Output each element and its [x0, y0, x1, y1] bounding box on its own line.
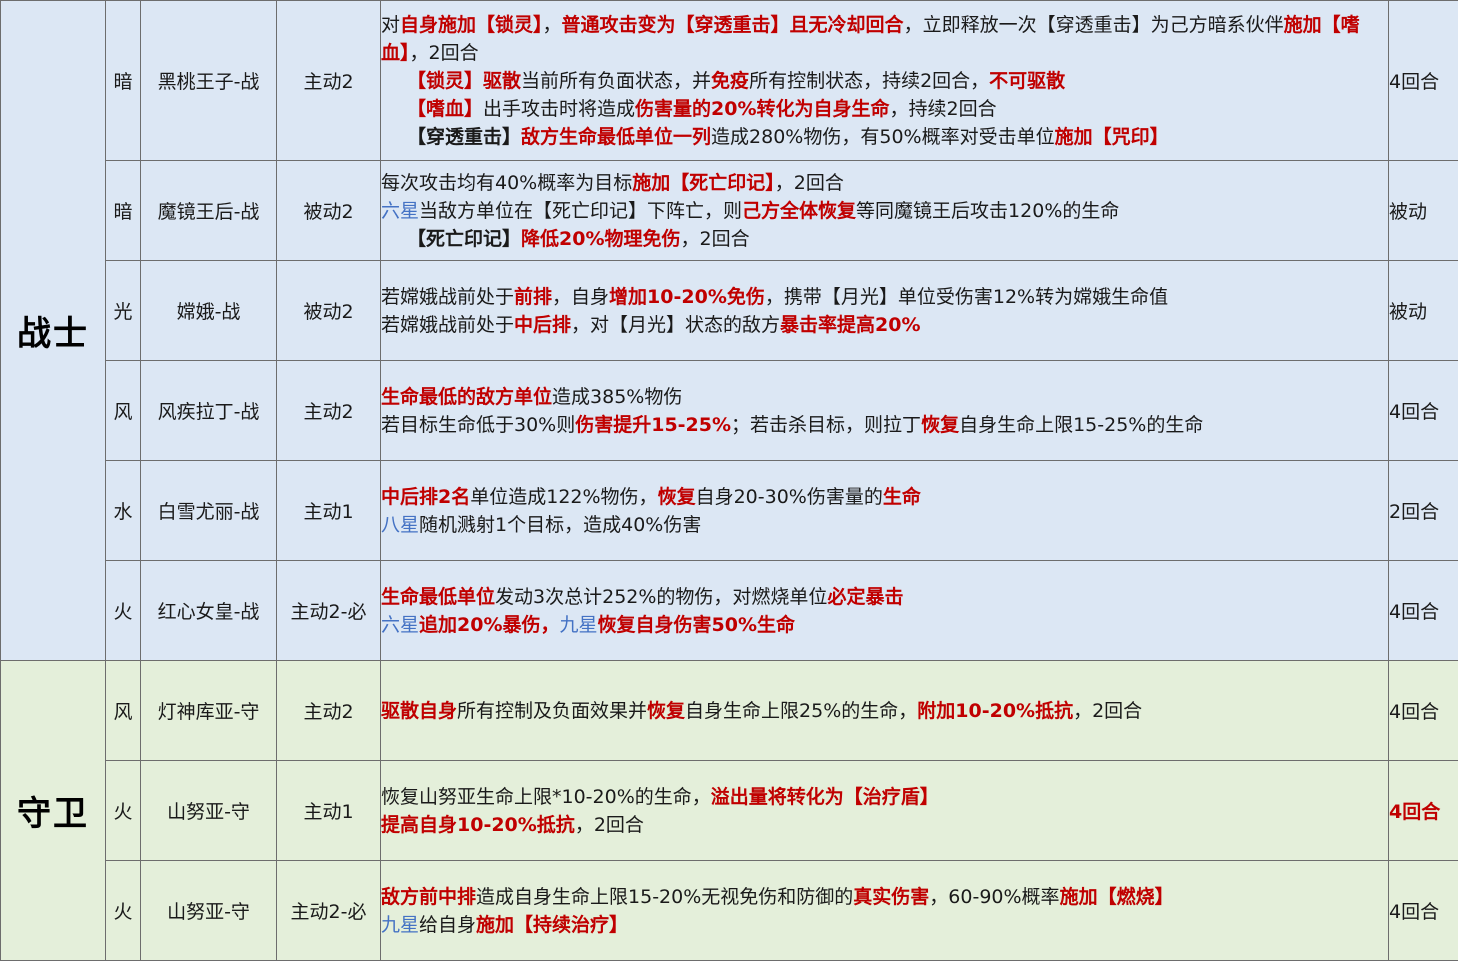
description-line: 【死亡印记】降低20%物理免伤，2回合 — [407, 227, 750, 250]
skill-type-cell: 被动2 — [276, 260, 381, 361]
cooldown-cell: 4回合 — [1388, 660, 1458, 761]
skill-description-cell: 对自身施加【锁灵】，普通攻击变为【穿透重击】且无冷却回合，立即释放一次【穿透重击… — [380, 0, 1389, 161]
hero-name-cell: 魔镜王后-战 — [140, 160, 277, 261]
description-line: 敌方前中排造成自身生命上限15-20%无视免伤和防御的真实伤害，60-90%概率… — [381, 885, 1174, 908]
category-cell-warrior: 战士 — [0, 0, 106, 661]
skill-type-cell: 主动1 — [276, 460, 381, 561]
hero-name-cell: 风疾拉丁-战 — [140, 360, 277, 461]
skill-type-cell: 被动2 — [276, 160, 381, 261]
element-cell: 光 — [105, 260, 141, 361]
description-line: 六星当敌方单位在【死亡印记】下阵亡，则己方全体恢复等同魔镜王后攻击120%的生命 — [381, 199, 1120, 222]
skill-type-cell: 主动2-必 — [276, 860, 381, 961]
description-line: 生命最低的敌方单位造成385%物伤 — [381, 385, 683, 408]
description-line: 驱散自身所有控制及负面效果并恢复自身生命上限25%的生命，附加10-20%抵抗，… — [381, 699, 1143, 722]
description-line: 对自身施加【锁灵】，普通攻击变为【穿透重击】且无冷却回合，立即释放一次【穿透重击… — [381, 13, 1360, 64]
skill-description-cell: 若嫦娥战前处于前排，自身增加10-20%免伤，携带【月光】单位受伤害12%转为嫦… — [380, 260, 1389, 361]
cooldown-cell: 4回合 — [1388, 0, 1458, 161]
hero-name-cell: 黑桃王子-战 — [140, 0, 277, 161]
element-cell: 暗 — [105, 160, 141, 261]
cooldown-cell: 4回合 — [1388, 760, 1458, 861]
cooldown-cell: 4回合 — [1388, 360, 1458, 461]
description-line: 若嫦娥战前处于中后排，对【月光】状态的敌方暴击率提高20% — [381, 313, 921, 336]
hero-name-cell: 嫦娥-战 — [140, 260, 277, 361]
description-line: 每次攻击均有40%概率为目标施加【死亡印记】，2回合 — [381, 171, 844, 194]
skill-description-cell: 中后排2名单位造成122%物伤，恢复自身20-30%伤害量的生命 八星随机溅射1… — [380, 460, 1389, 561]
cooldown-cell: 被动 — [1388, 260, 1458, 361]
skill-type-cell: 主动2-必 — [276, 560, 381, 661]
element-cell: 火 — [105, 860, 141, 961]
description-line: 六星追加20%暴伤，九星恢复自身伤害50%生命 — [381, 613, 796, 636]
cooldown-cell: 2回合 — [1388, 460, 1458, 561]
description-line: 【锁灵】驱散当前所有负面状态，并免疫所有控制状态，持续2回合，不可驱散 — [407, 69, 1066, 92]
element-cell: 暗 — [105, 0, 141, 161]
element-cell: 火 — [105, 760, 141, 861]
table-row: 火 红心女皇-战 主动2-必 生命最低单位发动3次总计252%的物伤，对燃烧单位… — [1, 560, 1458, 661]
hero-name-cell: 白雪尤丽-战 — [140, 460, 277, 561]
skill-type-cell: 主动1 — [276, 760, 381, 861]
skill-description-cell: 恢复山努亚生命上限*10-20%的生命，溢出量将转化为【治疗盾】 提高自身10-… — [380, 760, 1389, 861]
description-line: 生命最低单位发动3次总计252%的物伤，对燃烧单位必定暴击 — [381, 585, 904, 608]
skill-type-cell: 主动2 — [276, 0, 381, 161]
skill-table: 战士 暗 黑桃王子-战 主动2 对自身施加【锁灵】，普通攻击变为【穿透重击】且无… — [0, 0, 1458, 961]
element-cell: 火 — [105, 560, 141, 661]
hero-name-cell: 山努亚-守 — [140, 860, 277, 961]
skill-type-cell: 主动2 — [276, 660, 381, 761]
description-line: 【穿透重击】敌方生命最低单位一列造成280%物伤，有50%概率对受击单位施加【咒… — [407, 125, 1169, 148]
description-line: 提高自身10-20%抵抗，2回合 — [381, 813, 644, 836]
description-line: 若嫦娥战前处于前排，自身增加10-20%免伤，携带【月光】单位受伤害12%转为嫦… — [381, 285, 1169, 308]
table-row: 火 山努亚-守 主动2-必 敌方前中排造成自身生命上限15-20%无视免伤和防御… — [1, 860, 1458, 961]
description-line: 恢复山努亚生命上限*10-20%的生命，溢出量将转化为【治疗盾】 — [381, 785, 939, 808]
skill-description-cell: 敌方前中排造成自身生命上限15-20%无视免伤和防御的真实伤害，60-90%概率… — [380, 860, 1389, 961]
element-cell: 风 — [105, 660, 141, 761]
table-row: 风 风疾拉丁-战 主动2 生命最低的敌方单位造成385%物伤 若目标生命低于30… — [1, 360, 1458, 461]
skill-description-cell: 驱散自身所有控制及负面效果并恢复自身生命上限25%的生命，附加10-20%抵抗，… — [380, 660, 1389, 761]
table-row: 守卫 风 灯神库亚-守 主动2 驱散自身所有控制及负面效果并恢复自身生命上限25… — [0, 660, 1458, 961]
table-row: 火 山努亚-守 主动1 恢复山努亚生命上限*10-20%的生命，溢出量将转化为【… — [1, 760, 1458, 861]
table-row: 水 白雪尤丽-战 主动1 中后排2名单位造成122%物伤，恢复自身20-30%伤… — [1, 460, 1458, 561]
category-cell-guard: 守卫 — [0, 660, 106, 961]
skill-description-cell: 每次攻击均有40%概率为目标施加【死亡印记】，2回合 六星当敌方单位在【死亡印记… — [380, 160, 1389, 261]
table-row: 暗 魔镜王后-战 被动2 每次攻击均有40%概率为目标施加【死亡印记】，2回合 … — [1, 160, 1458, 261]
description-line: 中后排2名单位造成122%物伤，恢复自身20-30%伤害量的生命 — [381, 485, 921, 508]
description-line: 【嗜血】出手攻击时将造成伤害量的20%转化为自身生命，持续2回合 — [407, 97, 997, 120]
skill-type-cell: 主动2 — [276, 360, 381, 461]
cooldown-cell: 4回合 — [1388, 560, 1458, 661]
hero-name-cell: 山努亚-守 — [140, 760, 277, 861]
skill-description-cell: 生命最低的敌方单位造成385%物伤 若目标生命低于30%则伤害提升15-25%；… — [380, 360, 1389, 461]
table-row: 光 嫦娥-战 被动2 若嫦娥战前处于前排，自身增加10-20%免伤，携带【月光】… — [1, 260, 1458, 361]
cooldown-cell: 4回合 — [1388, 860, 1458, 961]
element-cell: 风 — [105, 360, 141, 461]
description-line: 八星随机溅射1个目标，造成40%伤害 — [381, 513, 702, 536]
hero-name-cell: 灯神库亚-守 — [140, 660, 277, 761]
table-row: 战士 暗 黑桃王子-战 主动2 对自身施加【锁灵】，普通攻击变为【穿透重击】且无… — [0, 0, 1458, 661]
hero-name-cell: 红心女皇-战 — [140, 560, 277, 661]
skill-description-cell: 生命最低单位发动3次总计252%的物伤，对燃烧单位必定暴击 六星追加20%暴伤，… — [380, 560, 1389, 661]
description-line: 九星给自身施加【持续治疗】 — [381, 913, 629, 936]
cooldown-cell: 被动 — [1388, 160, 1458, 261]
element-cell: 水 — [105, 460, 141, 561]
description-line: 若目标生命低于30%则伤害提升15-25%；若击杀目标，则拉丁恢复自身生命上限1… — [381, 413, 1204, 436]
